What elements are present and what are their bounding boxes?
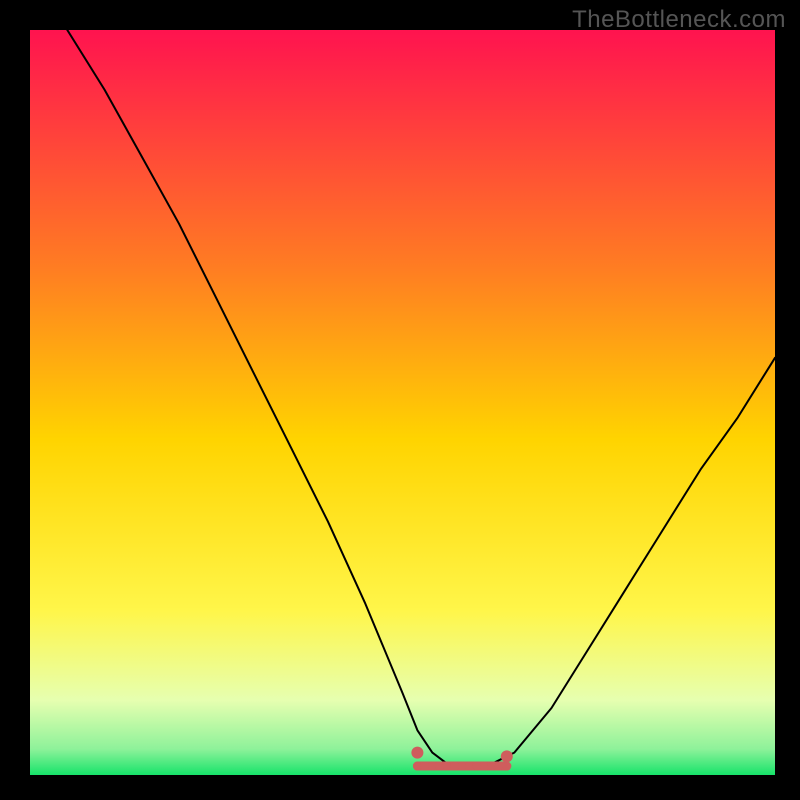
highlight-dot: [502, 762, 511, 771]
chart-svg: [30, 30, 775, 775]
watermark-text: TheBottleneck.com: [572, 6, 786, 34]
highlight-end-dot: [411, 747, 423, 759]
chart-area: [30, 30, 775, 775]
highlight-end-dot: [501, 750, 513, 762]
gradient-bg: [30, 30, 775, 775]
